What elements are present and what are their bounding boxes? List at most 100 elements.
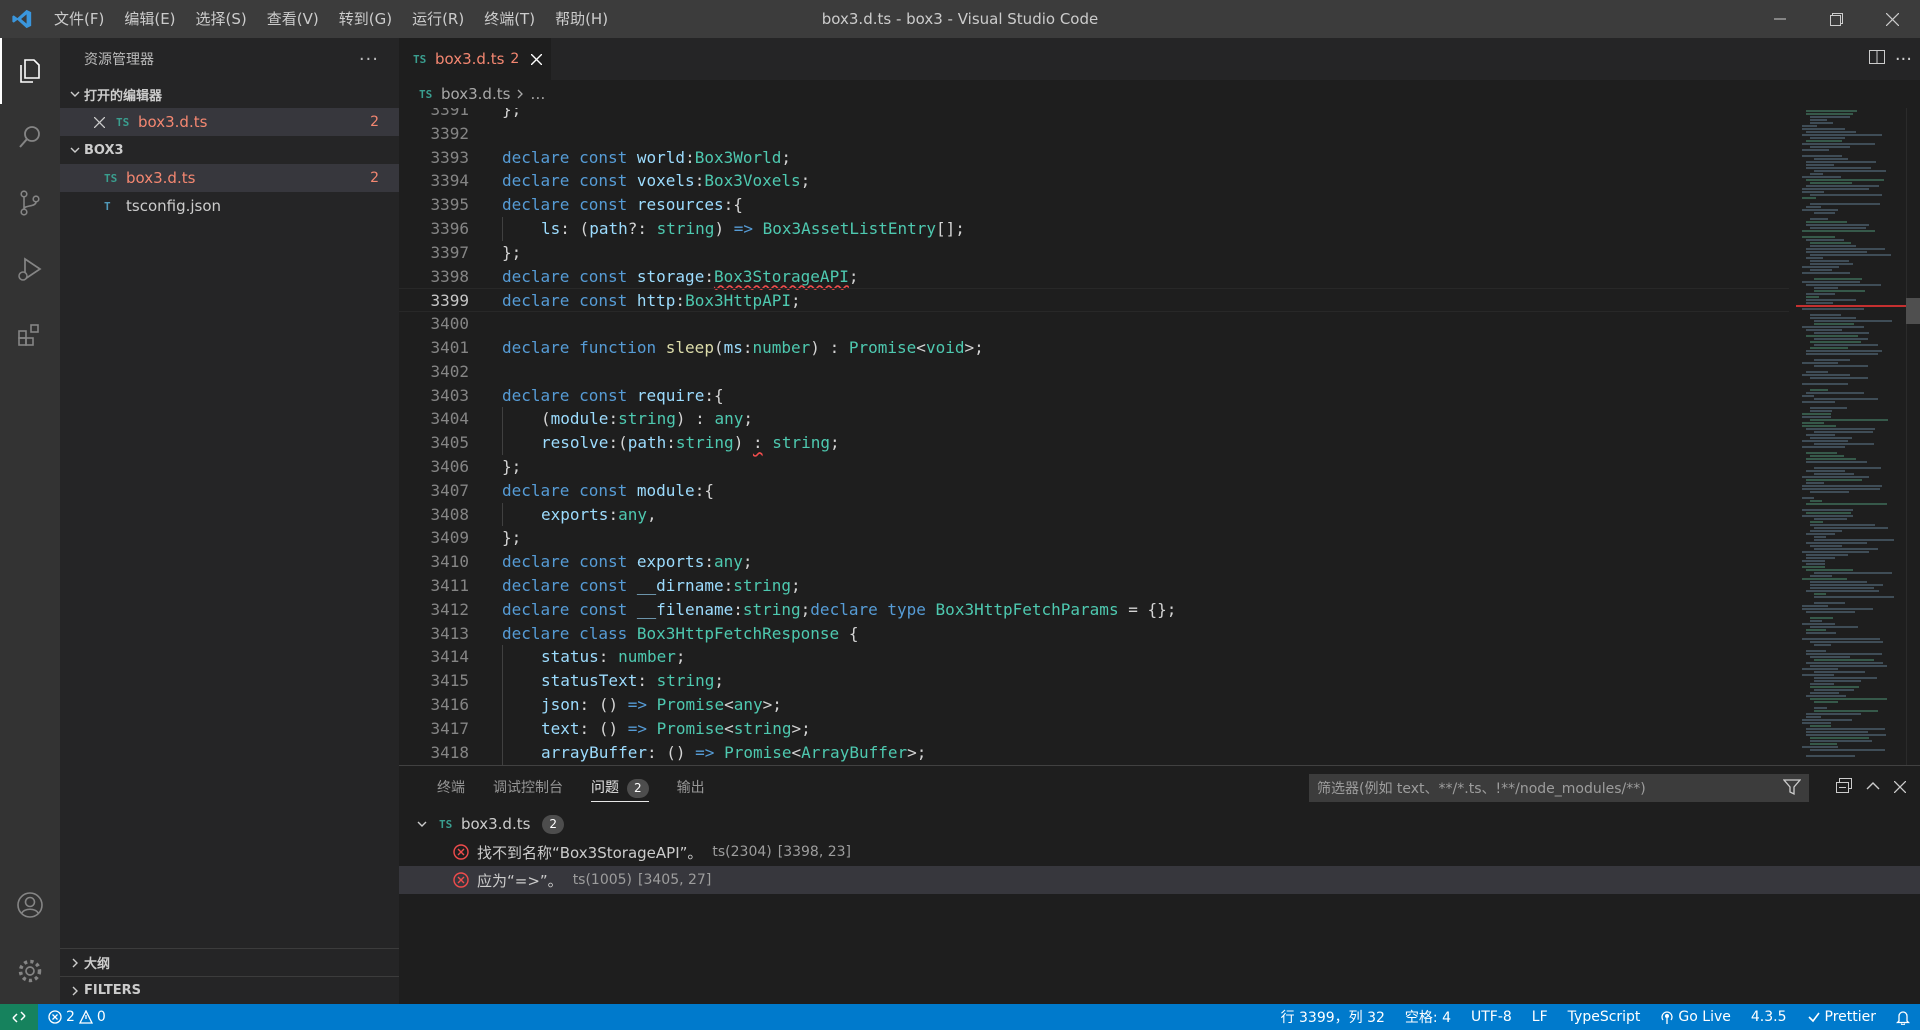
- ts-version[interactable]: 4.3.5: [1741, 1009, 1797, 1025]
- minimap-line: [1806, 350, 1882, 352]
- scrollbar-thumb[interactable]: [1906, 298, 1920, 324]
- menu-run[interactable]: 运行(R): [402, 0, 474, 38]
- code-line[interactable]: 3406};: [399, 455, 1789, 479]
- menu-selection[interactable]: 选择(S): [186, 0, 257, 38]
- code-line[interactable]: 3414 status: number;: [399, 645, 1789, 670]
- explorer-icon[interactable]: [0, 38, 60, 104]
- code-line[interactable]: 3415 statusText: string;: [399, 669, 1789, 693]
- line-number: 3408: [430, 504, 469, 524]
- tab-terminal[interactable]: 终端: [423, 766, 479, 810]
- minimap-line: [1814, 710, 1878, 712]
- code-line[interactable]: 3412 declare const __filename:string;decl…: [399, 598, 1789, 622]
- code-line[interactable]: 3418 arrayBuffer: () => Promise<ArrayBuff…: [399, 740, 1789, 765]
- code-line[interactable]: 3411 declare const __dirname:string;: [399, 574, 1789, 598]
- minimize-button[interactable]: [1752, 0, 1808, 38]
- tab-debug-console[interactable]: 调试控制台: [479, 766, 577, 810]
- close-window-button[interactable]: [1864, 0, 1920, 38]
- code-line[interactable]: 3396 ls: (path?: string) => Box3AssetList…: [399, 216, 1789, 241]
- minimap-line: [1814, 278, 1862, 280]
- code-line[interactable]: 3413 declare class Box3HttpFetchResponse …: [399, 622, 1789, 646]
- minimap-line: [1806, 590, 1879, 592]
- code-line[interactable]: 3400: [399, 312, 1789, 336]
- open-editor-name: box3.d.ts: [138, 113, 208, 131]
- collapse-all-icon[interactable]: [1836, 778, 1852, 798]
- prettier-status[interactable]: Prettier: [1797, 1009, 1887, 1025]
- remote-icon[interactable]: [0, 1004, 38, 1030]
- code-line[interactable]: 3402: [399, 360, 1789, 384]
- cursor-position[interactable]: 行 3399，列 32: [1271, 1007, 1395, 1027]
- problems-filter-input[interactable]: 筛选器(例如 text、**/*.ts、!**/node_modules/**): [1309, 774, 1809, 802]
- code-line[interactable]: 3404 (module:string) : any;: [399, 407, 1789, 432]
- run-debug-icon[interactable]: [0, 236, 60, 302]
- encoding[interactable]: UTF-8: [1461, 1009, 1522, 1025]
- minimap-line: [1806, 428, 1875, 430]
- menu-edit[interactable]: 编辑(E): [114, 0, 185, 38]
- code-line[interactable]: 3398 declare const storage:Box3StorageAPI…: [399, 265, 1789, 289]
- code-line[interactable]: 3405 resolve:(path:string) : string;: [399, 431, 1789, 455]
- editor-scrollbar[interactable]: [1906, 108, 1920, 765]
- extensions-icon[interactable]: [0, 302, 60, 368]
- code-line[interactable]: 3391};: [399, 108, 1789, 122]
- minimap-line: [1806, 653, 1882, 655]
- search-icon[interactable]: [0, 104, 60, 170]
- code-line[interactable]: 3394 declare const voxels:Box3Voxels;: [399, 169, 1789, 193]
- account-icon[interactable]: [0, 872, 60, 938]
- code-line[interactable]: 3395 declare const resources:{: [399, 193, 1789, 217]
- breadcrumb-symbol[interactable]: …: [530, 85, 545, 103]
- code-line[interactable]: 3392: [399, 122, 1789, 146]
- problem-row[interactable]: 应为“=>”。 ts(1005) [3405, 27]: [399, 866, 1920, 894]
- indentation[interactable]: 空格: 4: [1395, 1007, 1461, 1027]
- outline-section[interactable]: 大纲: [60, 948, 399, 976]
- code-line[interactable]: 3408 exports:any,: [399, 502, 1789, 527]
- code-line[interactable]: 3393 declare const world:Box3World;: [399, 146, 1789, 170]
- folder-section[interactable]: BOX3: [60, 136, 399, 164]
- more-actions-icon[interactable]: ···: [359, 49, 379, 70]
- file-item[interactable]: TS box3.d.ts 2: [60, 164, 399, 192]
- minimap-line: [1802, 623, 1835, 625]
- tab-box3-d-ts[interactable]: TS box3.d.ts 2: [399, 38, 551, 80]
- go-live-button[interactable]: Go Live: [1650, 1009, 1740, 1025]
- close-panel-icon[interactable]: [1893, 779, 1907, 797]
- minimap-line: [1802, 374, 1850, 376]
- maximize-panel-icon[interactable]: [1866, 779, 1880, 797]
- breadcrumb-file[interactable]: box3.d.ts: [441, 85, 510, 103]
- problem-file-row[interactable]: TS box3.d.ts 2: [399, 810, 1920, 838]
- code-line[interactable]: 3401 declare function sleep(ms:number) : …: [399, 336, 1789, 360]
- filter-icon[interactable]: [1782, 778, 1802, 800]
- problem-row[interactable]: 找不到名称“Box3StorageAPI”。 ts(2304) [3398, 2…: [399, 838, 1920, 866]
- language-mode[interactable]: TypeScript: [1558, 1009, 1651, 1025]
- code-line[interactable]: 3403 declare const require:{: [399, 384, 1789, 408]
- tab-output[interactable]: 输出: [663, 766, 719, 810]
- open-editor-item[interactable]: TS box3.d.ts 2: [60, 108, 399, 136]
- code-line[interactable]: 3410 declare const exports:any;: [399, 550, 1789, 574]
- code-line[interactable]: 3409};: [399, 526, 1789, 550]
- open-editors-section[interactable]: 打开的编辑器: [60, 80, 399, 108]
- tab-problems[interactable]: 问题 2: [577, 766, 663, 810]
- close-tab-icon[interactable]: [531, 53, 543, 65]
- end-of-line[interactable]: LF: [1522, 1009, 1558, 1025]
- code-line[interactable]: 3399 declare const http:Box3HttpAPI;: [399, 288, 1789, 313]
- restore-button[interactable]: [1808, 0, 1864, 38]
- filters-section[interactable]: FILTERS: [60, 976, 399, 1004]
- notifications-bell-icon[interactable]: [1886, 1010, 1920, 1025]
- source-control-icon[interactable]: [0, 170, 60, 236]
- menu-file[interactable]: 文件(F): [44, 0, 114, 38]
- more-actions-icon[interactable]: ···: [1895, 49, 1912, 70]
- minimap[interactable]: [1796, 108, 1906, 765]
- code-editor[interactable]: 3391}; 3392 3393 declare const world:Box3Wo…: [399, 108, 1920, 765]
- code-line[interactable]: 3417 text: () => Promise<string>;: [399, 716, 1789, 741]
- menu-help[interactable]: 帮助(H): [545, 0, 618, 38]
- code-line[interactable]: 3407 declare const module:{: [399, 479, 1789, 503]
- menu-terminal[interactable]: 终端(T): [474, 0, 545, 38]
- code-line[interactable]: 3397};: [399, 241, 1789, 265]
- problems-status[interactable]: 2 0: [38, 1009, 116, 1025]
- close-editor-icon[interactable]: [94, 116, 116, 128]
- file-item[interactable]: T tsconfig.json: [60, 192, 399, 220]
- settings-gear-icon[interactable]: [0, 938, 60, 1004]
- menu-go[interactable]: 转到(G): [329, 0, 402, 38]
- split-editor-icon[interactable]: [1868, 49, 1885, 69]
- line-number: 3402: [430, 361, 469, 381]
- minimap-line: [1810, 263, 1853, 265]
- menu-view[interactable]: 查看(V): [257, 0, 329, 38]
- code-line[interactable]: 3416 json: () => Promise<any>;: [399, 692, 1789, 717]
